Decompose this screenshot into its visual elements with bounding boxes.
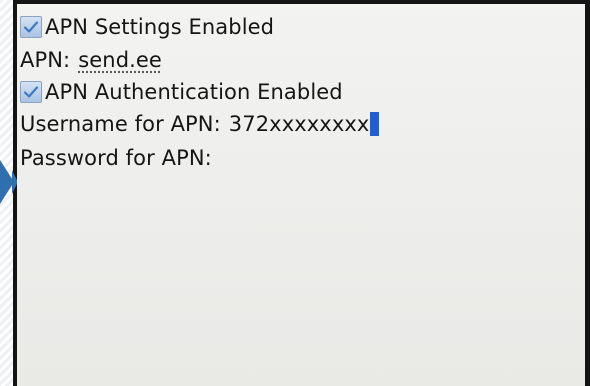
- apn-settings-enabled-row[interactable]: APN Settings Enabled: [20, 12, 274, 42]
- apn-settings-screen: APN Settings Enabled APN: send.ee APN Au…: [17, 4, 585, 386]
- photo-frame: APN Settings Enabled APN: send.ee APN Au…: [0, 0, 590, 386]
- password-label: Password for APN:: [20, 146, 212, 170]
- apn-authentication-enabled-checkbox[interactable]: [20, 81, 42, 103]
- apn-value-field[interactable]: send.ee: [78, 48, 162, 72]
- apn-authentication-enabled-label: APN Authentication Enabled: [45, 80, 343, 104]
- username-label: Username for APN:: [20, 112, 221, 136]
- check-icon: [23, 86, 39, 98]
- password-row[interactable]: Password for APN:: [20, 143, 220, 173]
- arrow-right-icon: [0, 160, 14, 204]
- username-field[interactable]: 372xxxxxxxx: [229, 112, 370, 136]
- apn-row[interactable]: APN: send.ee: [20, 45, 162, 75]
- apn-settings-enabled-checkbox[interactable]: [20, 16, 42, 38]
- username-row[interactable]: Username for APN: 372xxxxxxxx: [20, 109, 380, 139]
- check-icon: [23, 21, 39, 33]
- text-cursor: [370, 112, 380, 136]
- apn-settings-enabled-label: APN Settings Enabled: [45, 15, 275, 39]
- apn-authentication-enabled-row[interactable]: APN Authentication Enabled: [20, 77, 343, 107]
- apn-label: APN:: [20, 48, 71, 72]
